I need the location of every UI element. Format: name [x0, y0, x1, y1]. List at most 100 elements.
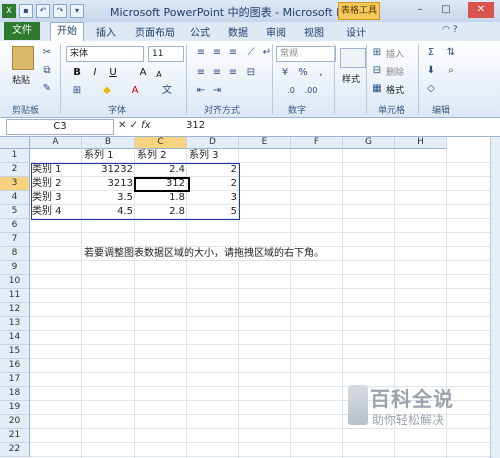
- decrease-indent-icon[interactable]: ⇤: [194, 84, 208, 98]
- cancel-icon[interactable]: ✕: [118, 120, 126, 131]
- delete-cells-button[interactable]: 删除: [386, 65, 404, 78]
- font-name-select[interactable]: 宋体: [66, 46, 144, 62]
- format-painter-icon[interactable]: ✎: [40, 82, 54, 96]
- row-header-14[interactable]: 14: [0, 331, 30, 345]
- number-format-select[interactable]: 常规: [276, 46, 336, 62]
- percent-icon[interactable]: %: [296, 66, 310, 80]
- column-header-e[interactable]: E: [239, 137, 291, 149]
- autosum-icon[interactable]: Σ: [424, 46, 438, 60]
- styles-button[interactable]: 样式: [342, 72, 360, 85]
- tab-view[interactable]: 视图: [304, 24, 324, 39]
- font-color-icon[interactable]: A: [128, 84, 142, 98]
- copy-icon[interactable]: ⧉: [40, 64, 54, 78]
- column-header-d[interactable]: D: [187, 137, 239, 149]
- tab-design[interactable]: 设计: [346, 24, 366, 39]
- increase-indent-icon[interactable]: ⇥: [210, 84, 224, 98]
- customize-qat-icon[interactable]: ▾: [70, 4, 84, 18]
- styles-icon[interactable]: [340, 48, 366, 68]
- row-header-11[interactable]: 11: [0, 289, 30, 303]
- align-bottom-icon[interactable]: ≡: [226, 46, 240, 60]
- phonetic-icon[interactable]: 文: [160, 84, 174, 98]
- italic-icon[interactable]: I: [88, 66, 102, 80]
- row-header-8[interactable]: 8: [0, 247, 30, 261]
- increase-decimal-icon[interactable]: .0: [284, 84, 298, 98]
- save-icon[interactable]: ▪: [19, 4, 33, 18]
- column-header-g[interactable]: G: [343, 137, 395, 149]
- minimize-icon[interactable]: –: [410, 2, 430, 18]
- insert-cells-button[interactable]: 插入: [386, 47, 404, 60]
- cell-b8[interactable]: 若要调整图表数据区域的大小，请拖拽区域的右下角。: [82, 247, 412, 261]
- row-header-15[interactable]: 15: [0, 345, 30, 359]
- row-header-20[interactable]: 20: [0, 415, 30, 429]
- maximize-icon[interactable]: □: [436, 2, 456, 18]
- align-right-icon[interactable]: ≡: [226, 66, 240, 80]
- increase-font-icon[interactable]: A: [136, 66, 150, 80]
- cut-icon[interactable]: ✂: [40, 46, 54, 60]
- sort-filter-icon[interactable]: ⇅: [444, 46, 458, 60]
- formula-input[interactable]: 312: [186, 120, 205, 131]
- underline-icon[interactable]: U: [106, 66, 120, 80]
- align-left-icon[interactable]: ≡: [194, 66, 208, 80]
- align-center-icon[interactable]: ≡: [210, 66, 224, 80]
- row-header-7[interactable]: 7: [0, 233, 30, 247]
- help-icon[interactable]: ◠ ?: [442, 25, 458, 35]
- currency-icon[interactable]: ¥: [278, 66, 292, 80]
- enter-icon[interactable]: ✓: [130, 120, 138, 131]
- insert-cells-icon[interactable]: ⊞: [370, 46, 384, 60]
- column-header-c[interactable]: C: [135, 137, 187, 149]
- find-select-icon[interactable]: ⌕: [444, 64, 458, 78]
- row-header-13[interactable]: 13: [0, 317, 30, 331]
- row-header-1[interactable]: 1: [0, 149, 30, 163]
- redo-icon[interactable]: ↷: [53, 4, 67, 18]
- name-box[interactable]: C3: [6, 119, 114, 135]
- border-icon[interactable]: ⊞: [70, 84, 84, 98]
- align-middle-icon[interactable]: ≡: [210, 46, 224, 60]
- column-header-h[interactable]: H: [395, 137, 447, 149]
- tab-insert[interactable]: 插入: [96, 24, 116, 39]
- row-header-12[interactable]: 12: [0, 303, 30, 317]
- font-size-select[interactable]: 11: [148, 46, 184, 62]
- row-header-5[interactable]: 5: [0, 205, 30, 219]
- row-header-19[interactable]: 19: [0, 401, 30, 415]
- align-top-icon[interactable]: ≡: [194, 46, 208, 60]
- cell-d1[interactable]: 系列 3: [187, 149, 490, 163]
- select-all-corner[interactable]: [0, 137, 30, 149]
- column-header-b[interactable]: B: [82, 137, 135, 149]
- bold-icon[interactable]: B: [70, 66, 84, 80]
- row-header-22[interactable]: 22: [0, 443, 30, 457]
- tab-file[interactable]: 文件: [4, 22, 40, 40]
- insert-function-icon[interactable]: fx: [141, 120, 150, 131]
- tab-page-layout[interactable]: 页面布局: [135, 24, 175, 39]
- delete-cells-icon[interactable]: ⊟: [370, 64, 384, 78]
- column-header-f[interactable]: F: [291, 137, 343, 149]
- tab-formulas[interactable]: 公式: [190, 24, 210, 39]
- tab-home[interactable]: 开始: [50, 22, 84, 41]
- row-header-4[interactable]: 4: [0, 191, 30, 205]
- fill-icon[interactable]: ⬇: [424, 64, 438, 78]
- format-cells-button[interactable]: 格式: [386, 83, 404, 96]
- vertical-scrollbar[interactable]: [490, 137, 500, 458]
- row-header-2[interactable]: 2: [0, 163, 30, 177]
- close-icon[interactable]: ✕: [468, 2, 494, 18]
- row-header-21[interactable]: 21: [0, 429, 30, 443]
- decrease-font-icon[interactable]: A: [152, 68, 166, 82]
- row-header-16[interactable]: 16: [0, 359, 30, 373]
- row-header-3[interactable]: 3: [0, 177, 30, 191]
- merge-center-icon[interactable]: ⊟: [244, 66, 258, 80]
- clear-icon[interactable]: ◇: [424, 82, 438, 96]
- decrease-decimal-icon[interactable]: .00: [304, 84, 318, 98]
- row-header-18[interactable]: 18: [0, 387, 30, 401]
- row-header-6[interactable]: 6: [0, 219, 30, 233]
- comma-style-icon[interactable]: ,: [314, 66, 328, 80]
- fill-color-icon[interactable]: ◆: [100, 84, 114, 98]
- undo-icon[interactable]: ↶: [36, 4, 50, 18]
- row-header-17[interactable]: 17: [0, 373, 30, 387]
- paste-icon[interactable]: [12, 46, 34, 70]
- tab-data[interactable]: 数据: [228, 24, 248, 39]
- format-cells-icon[interactable]: ▦: [370, 82, 384, 96]
- tab-review[interactable]: 审阅: [266, 24, 286, 39]
- column-header-a[interactable]: A: [30, 137, 82, 149]
- paste-button[interactable]: 粘贴: [12, 73, 30, 86]
- row-header-10[interactable]: 10: [0, 275, 30, 289]
- orientation-icon[interactable]: ⟋: [244, 46, 258, 60]
